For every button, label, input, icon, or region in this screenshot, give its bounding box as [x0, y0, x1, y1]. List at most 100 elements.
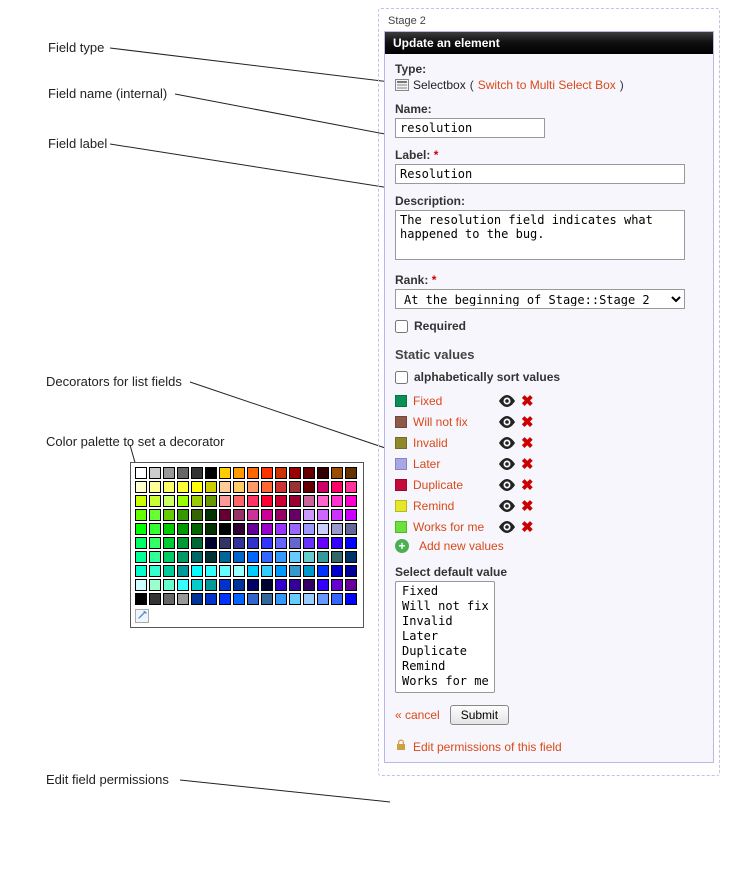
palette-swatch[interactable] — [345, 495, 357, 507]
delete-icon[interactable]: ✖ — [521, 476, 534, 494]
color-swatch[interactable] — [395, 437, 407, 449]
palette-swatch[interactable] — [191, 565, 203, 577]
palette-swatch[interactable] — [275, 537, 287, 549]
palette-swatch[interactable] — [149, 593, 161, 605]
palette-swatch[interactable] — [233, 509, 245, 521]
eye-icon[interactable] — [499, 416, 515, 428]
palette-swatch[interactable] — [191, 593, 203, 605]
default-option[interactable]: Remind — [400, 659, 490, 674]
palette-swatch[interactable] — [261, 523, 273, 535]
palette-swatch[interactable] — [275, 495, 287, 507]
plus-icon[interactable]: + — [395, 539, 409, 553]
palette-swatch[interactable] — [331, 593, 343, 605]
add-values-link[interactable]: Add new values — [419, 539, 504, 553]
palette-swatch[interactable] — [219, 565, 231, 577]
palette-swatch[interactable] — [205, 495, 217, 507]
default-value-select[interactable]: FixedWill not fixInvalidLaterDuplicateRe… — [395, 581, 495, 693]
palette-swatch[interactable] — [205, 509, 217, 521]
palette-swatch[interactable] — [163, 593, 175, 605]
color-swatch[interactable] — [395, 458, 407, 470]
value-name[interactable]: Later — [413, 457, 493, 471]
palette-swatch[interactable] — [345, 509, 357, 521]
palette-swatch[interactable] — [219, 481, 231, 493]
palette-swatch[interactable] — [303, 509, 315, 521]
palette-swatch[interactable] — [163, 565, 175, 577]
palette-swatch[interactable] — [317, 467, 329, 479]
submit-button[interactable]: Submit — [450, 705, 509, 725]
palette-swatch[interactable] — [163, 467, 175, 479]
default-option[interactable]: Fixed — [400, 584, 490, 599]
palette-swatch[interactable] — [149, 551, 161, 563]
palette-swatch[interactable] — [303, 495, 315, 507]
palette-swatch[interactable] — [177, 523, 189, 535]
color-swatch[interactable] — [395, 479, 407, 491]
value-name[interactable]: Works for me — [413, 520, 493, 534]
value-name[interactable]: Invalid — [413, 436, 493, 450]
palette-swatch[interactable] — [233, 481, 245, 493]
palette-swatch[interactable] — [317, 579, 329, 591]
palette-swatch[interactable] — [289, 523, 301, 535]
palette-swatch[interactable] — [191, 481, 203, 493]
palette-swatch[interactable] — [317, 551, 329, 563]
delete-icon[interactable]: ✖ — [521, 392, 534, 410]
palette-swatch[interactable] — [191, 509, 203, 521]
palette-swatch[interactable] — [275, 509, 287, 521]
delete-icon[interactable]: ✖ — [521, 413, 534, 431]
palette-swatch[interactable] — [219, 467, 231, 479]
palette-swatch[interactable] — [219, 537, 231, 549]
eyedropper-icon[interactable] — [135, 609, 149, 623]
default-option[interactable]: Later — [400, 629, 490, 644]
palette-swatch[interactable] — [275, 467, 287, 479]
palette-swatch[interactable] — [247, 467, 259, 479]
palette-swatch[interactable] — [135, 467, 147, 479]
palette-swatch[interactable] — [345, 467, 357, 479]
palette-swatch[interactable] — [331, 495, 343, 507]
palette-swatch[interactable] — [135, 495, 147, 507]
delete-icon[interactable]: ✖ — [521, 455, 534, 473]
palette-swatch[interactable] — [247, 593, 259, 605]
palette-swatch[interactable] — [135, 523, 147, 535]
palette-swatch[interactable] — [205, 537, 217, 549]
palette-swatch[interactable] — [331, 579, 343, 591]
palette-swatch[interactable] — [205, 565, 217, 577]
palette-swatch[interactable] — [205, 523, 217, 535]
palette-swatch[interactable] — [303, 467, 315, 479]
palette-swatch[interactable] — [205, 593, 217, 605]
palette-swatch[interactable] — [289, 509, 301, 521]
color-swatch[interactable] — [395, 416, 407, 428]
value-name[interactable]: Fixed — [413, 394, 493, 408]
palette-swatch[interactable] — [275, 593, 287, 605]
palette-swatch[interactable] — [247, 579, 259, 591]
palette-swatch[interactable] — [247, 551, 259, 563]
palette-swatch[interactable] — [303, 565, 315, 577]
palette-swatch[interactable] — [177, 467, 189, 479]
palette-swatch[interactable] — [289, 565, 301, 577]
cancel-link[interactable]: « cancel — [395, 708, 440, 722]
palette-swatch[interactable] — [345, 537, 357, 549]
palette-swatch[interactable] — [261, 565, 273, 577]
palette-swatch[interactable] — [135, 509, 147, 521]
palette-swatch[interactable] — [275, 579, 287, 591]
palette-swatch[interactable] — [247, 509, 259, 521]
palette-swatch[interactable] — [135, 579, 147, 591]
palette-swatch[interactable] — [135, 537, 147, 549]
palette-swatch[interactable] — [317, 593, 329, 605]
palette-swatch[interactable] — [289, 579, 301, 591]
palette-swatch[interactable] — [303, 593, 315, 605]
palette-swatch[interactable] — [135, 481, 147, 493]
default-option[interactable]: Will not fix — [400, 599, 490, 614]
palette-swatch[interactable] — [275, 523, 287, 535]
palette-swatch[interactable] — [289, 537, 301, 549]
palette-swatch[interactable] — [331, 537, 343, 549]
value-name[interactable]: Duplicate — [413, 478, 493, 492]
palette-swatch[interactable] — [275, 551, 287, 563]
palette-swatch[interactable] — [261, 467, 273, 479]
palette-swatch[interactable] — [317, 537, 329, 549]
color-swatch[interactable] — [395, 395, 407, 407]
palette-swatch[interactable] — [233, 551, 245, 563]
palette-swatch[interactable] — [261, 509, 273, 521]
palette-swatch[interactable] — [289, 495, 301, 507]
palette-swatch[interactable] — [261, 495, 273, 507]
palette-swatch[interactable] — [219, 509, 231, 521]
palette-swatch[interactable] — [135, 593, 147, 605]
